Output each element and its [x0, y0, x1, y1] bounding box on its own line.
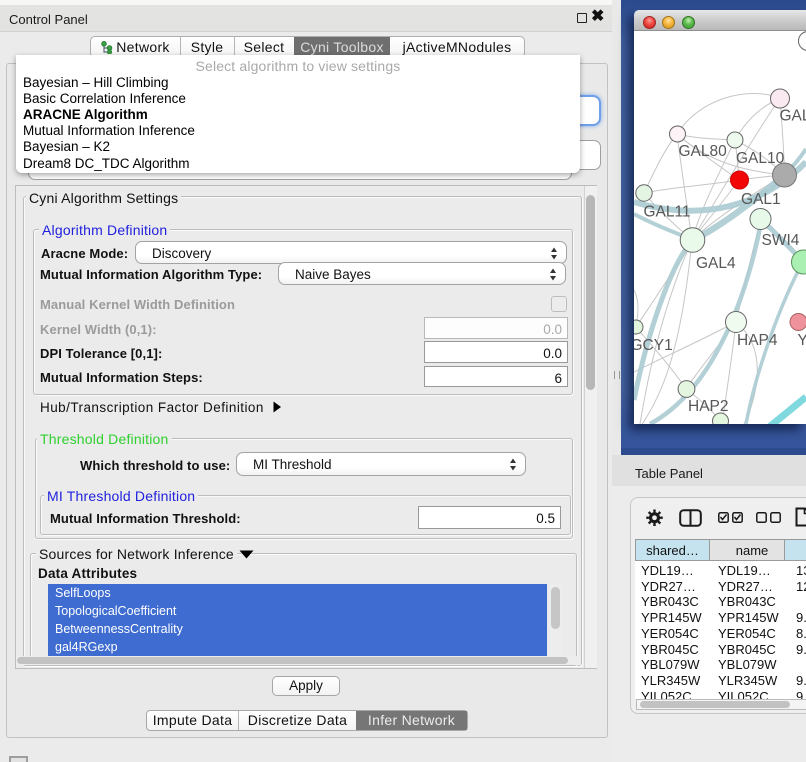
- svg-text:HAP2: HAP2: [688, 398, 729, 415]
- svg-text:GAL10: GAL10: [736, 150, 785, 167]
- svg-text:Y: Y: [798, 332, 806, 349]
- svg-text:SWI4: SWI4: [762, 232, 800, 249]
- svg-text:GAL80: GAL80: [679, 143, 728, 160]
- svg-text:GAL1: GAL1: [741, 191, 781, 208]
- svg-text:GAL11: GAL11: [644, 204, 691, 221]
- svg-text:GCY1: GCY1: [634, 337, 673, 354]
- svg-text:GAL2: GAL2: [780, 108, 806, 125]
- svg-text:HAP4: HAP4: [737, 332, 778, 349]
- svg-text:GAL4: GAL4: [696, 255, 736, 272]
